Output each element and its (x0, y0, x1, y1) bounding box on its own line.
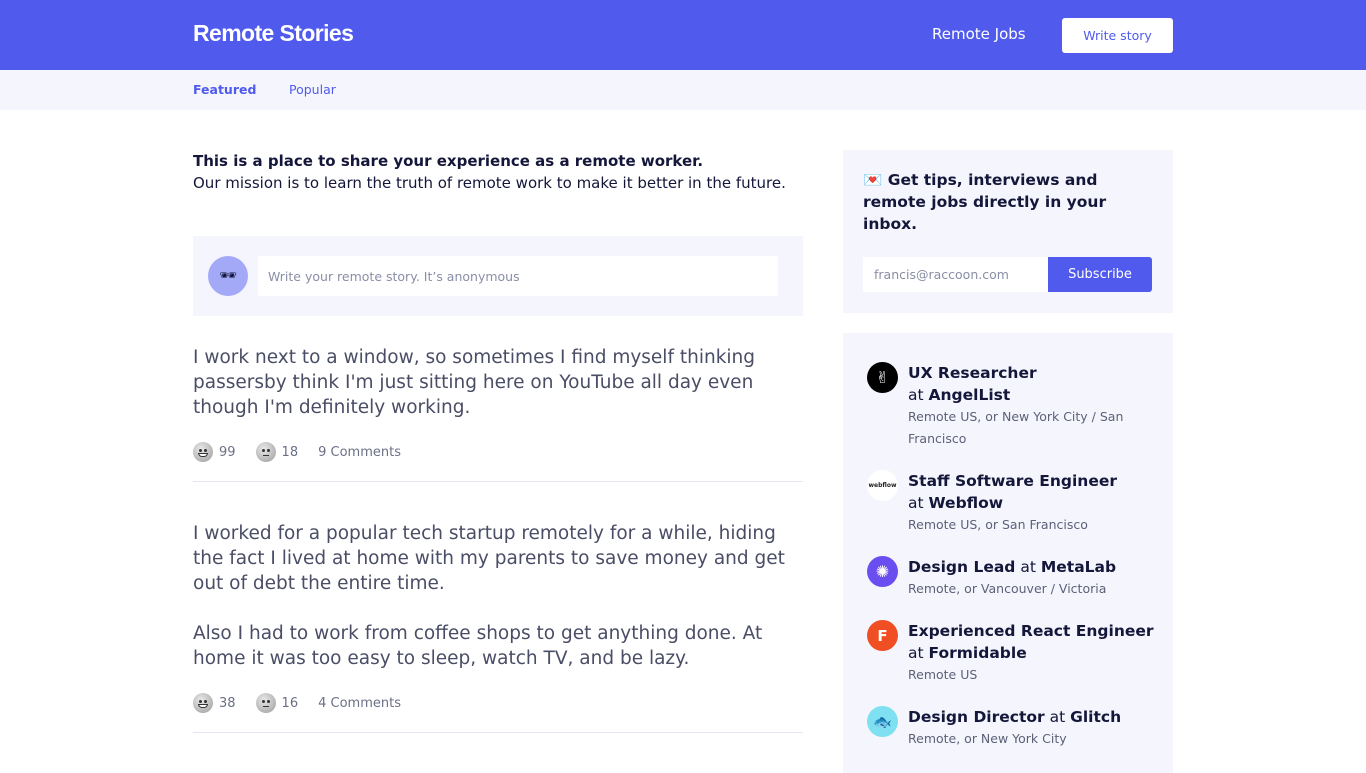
meh-count: 18 (281, 444, 299, 460)
confused-face-icon (255, 693, 276, 713)
email-input[interactable] (863, 257, 1048, 292)
intro-text: This is a place to share your experience… (193, 150, 803, 194)
job-item[interactable]: webflow Staff Software Engineer at Webflo… (867, 470, 1157, 536)
glitch-logo-icon: 🐟 (867, 706, 898, 737)
story-meta: 99 18 9 Comments (193, 442, 803, 462)
love-letter-icon: 💌 (863, 171, 883, 189)
intro-mission: Our mission is to learn the truth of rem… (193, 174, 786, 192)
job-list: ✌ UX Researcher at AngelList Remote US, o… (843, 333, 1173, 773)
story-card: I work next to a window, so sometimes I … (193, 345, 803, 482)
meh-count: 16 (281, 695, 299, 711)
formidable-logo-icon: F (867, 620, 898, 651)
happy-count: 38 (219, 695, 236, 711)
grinning-face-icon (193, 442, 213, 462)
sunglasses-icon: 🕶 (208, 256, 248, 296)
job-item[interactable]: ✺ Design Lead at MetaLab Remote, or Vanc… (867, 556, 1157, 600)
story-text: I worked for a popular tech startup remo… (193, 523, 785, 594)
story-meta: 38 16 4 Comments (193, 693, 803, 713)
story-input[interactable] (258, 256, 778, 296)
job-location: Remote US (908, 667, 978, 682)
remote-jobs-link[interactable]: Remote Jobs (932, 25, 1026, 43)
confused-face-icon (255, 442, 276, 462)
angellist-logo-icon: ✌ (867, 362, 898, 393)
story-text: Also I had to work from coffee shops to … (193, 623, 763, 669)
subscribe-button[interactable]: Subscribe (1048, 257, 1152, 292)
tab-popular[interactable]: Popular (289, 82, 336, 97)
write-story-button[interactable]: Write story (1062, 18, 1173, 53)
story-card: I worked for a popular tech startup remo… (193, 521, 803, 733)
site-logo[interactable]: Remote Stories (193, 20, 354, 47)
intro-headline: This is a place to share your experience… (193, 152, 704, 170)
job-location: Remote US, or San Francisco (908, 517, 1088, 532)
tab-featured[interactable]: Featured (193, 82, 256, 97)
newsletter-heading: 💌 Get tips, interviews and remote jobs d… (863, 171, 1107, 233)
webflow-logo-icon: webflow (867, 470, 898, 501)
job-location: Remote, or New York City (908, 731, 1067, 746)
meh-reaction-button[interactable]: 18 (255, 442, 299, 462)
story-composer: 🕶 (193, 236, 803, 316)
story-text: I work next to a window, so sometimes I … (193, 347, 756, 418)
happy-count: 99 (219, 444, 236, 460)
sub-navigation: Featured Popular (0, 70, 1366, 110)
newsletter-box: 💌 Get tips, interviews and remote jobs d… (843, 150, 1173, 313)
happy-reaction-button[interactable]: 99 (193, 442, 236, 462)
top-header: Remote Stories Remote Jobs Write story (0, 0, 1366, 70)
metalab-logo-icon: ✺ (867, 556, 898, 587)
job-item[interactable]: F Experienced React Engineer at Formidab… (867, 620, 1157, 686)
job-item[interactable]: ✌ UX Researcher at AngelList Remote US, o… (867, 362, 1157, 450)
job-item[interactable]: 🐟 Design Director at Glitch Remote, or N… (867, 706, 1157, 750)
meh-reaction-button[interactable]: 16 (255, 693, 299, 713)
comments-link[interactable]: 9 Comments (318, 445, 401, 460)
job-location: Remote, or Vancouver / Victoria (908, 581, 1107, 596)
comments-link[interactable]: 4 Comments (318, 696, 401, 711)
grinning-face-icon (193, 693, 213, 713)
job-location: Remote US, or New York City / San Franci… (908, 409, 1124, 446)
happy-reaction-button[interactable]: 38 (193, 693, 236, 713)
